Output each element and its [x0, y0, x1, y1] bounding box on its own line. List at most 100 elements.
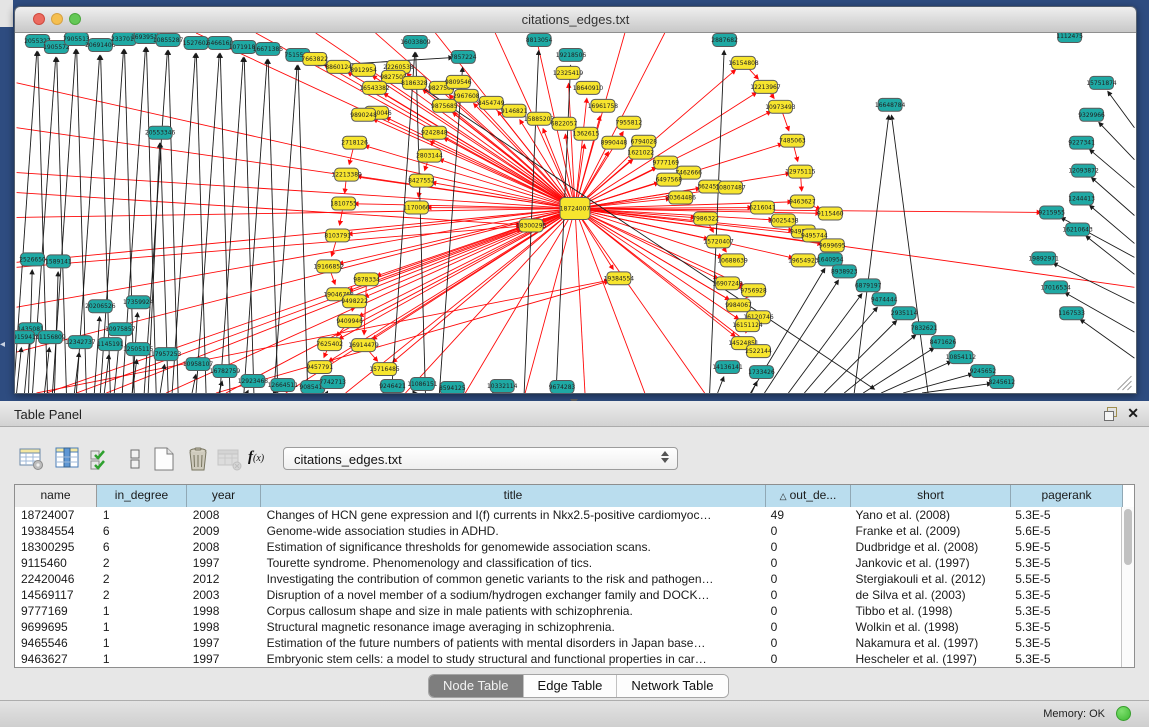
graph-node[interactable]: 2967608 [453, 89, 480, 102]
graph-node[interactable]: 16782759 [210, 365, 241, 378]
graph-node[interactable]: 2526650 [19, 253, 46, 266]
graph-node[interactable]: 10807487 [715, 181, 746, 194]
graph-node[interactable]: 15716485 [369, 363, 400, 376]
graph-node[interactable]: 16151124 [732, 319, 763, 332]
select-rows-icon[interactable] [88, 445, 116, 473]
graph-node[interactable]: 16543382 [359, 81, 390, 94]
window-titlebar[interactable]: citations_edges.txt [15, 7, 1136, 33]
graph-node[interactable]: 1733426 [748, 366, 775, 379]
column-header-name[interactable]: name [15, 485, 97, 507]
graph-node[interactable]: 1527602 [183, 36, 210, 49]
graph-node[interactable]: 9875685 [431, 99, 458, 112]
graph-node[interactable]: 1244413 [1068, 192, 1095, 205]
graph-node[interactable]: 10975857 [105, 323, 136, 336]
column-visibility-icon[interactable] [54, 445, 82, 473]
table-row[interactable]: 2242004622012Investigating the contribut… [15, 571, 1121, 587]
graph-node[interactable]: 10688639 [717, 254, 748, 267]
table-row[interactable]: 969969511998Structural magnetic resonanc… [15, 619, 1121, 635]
graph-node[interactable]: 12923468 [238, 375, 269, 388]
close-panel-icon[interactable]: ✕ [1127, 405, 1139, 422]
graph-node[interactable]: 1810755 [330, 197, 357, 210]
graph-node[interactable]: 8103791 [324, 229, 351, 242]
graph-node[interactable]: 12342737 [65, 336, 96, 349]
graph-node[interactable]: 20206526 [85, 300, 116, 313]
graph-node[interactable]: 9329966 [1078, 108, 1105, 121]
column-header-short[interactable]: short [851, 485, 1011, 507]
graph-node[interactable]: 10332114 [487, 380, 518, 393]
graph-node[interactable]: 8245612 [989, 376, 1016, 389]
delete-column-icon[interactable] [184, 445, 212, 473]
graph-node[interactable]: 12213389 [331, 168, 362, 181]
graph-node[interactable]: 8427552 [408, 174, 435, 187]
panel-collapse-arrow[interactable]: ◂ [0, 340, 5, 350]
graph-node[interactable]: 6822057 [551, 117, 578, 130]
graph-node[interactable]: 9777169 [652, 156, 679, 169]
graph-node[interactable]: 12213967 [750, 80, 781, 93]
graph-node[interactable]: 6879197 [855, 279, 882, 292]
graph-node[interactable]: 9809546 [445, 75, 472, 88]
table-row[interactable]: 1456911722003Disruption of a novel membe… [15, 587, 1121, 603]
tab-node-table[interactable]: Node Table [429, 675, 523, 697]
graph-node[interactable]: 3915941 [15, 331, 36, 344]
graph-node[interactable]: 11156809 [35, 331, 66, 344]
graph-node[interactable]: 9457791 [306, 361, 333, 374]
graph-node[interactable]: 2522144 [745, 345, 772, 358]
function-builder-icon[interactable]: f(x) [248, 449, 276, 477]
graph-node[interactable]: 9242848 [421, 126, 448, 139]
graph-node[interactable]: 16154808 [728, 56, 759, 69]
graph-node[interactable]: 9699695 [819, 239, 846, 252]
graph-node[interactable]: 8186328 [401, 76, 428, 89]
graph-node[interactable]: 16210643 [1062, 223, 1093, 236]
graph-node[interactable]: 8813054 [526, 33, 553, 46]
graph-node[interactable]: 9227341 [1068, 136, 1095, 149]
graph-node[interactable]: 9474444 [871, 293, 898, 306]
graph-node[interactable]: 7485063 [779, 134, 806, 147]
table-row[interactable]: 1830029562008Estimation of significance … [15, 539, 1121, 555]
graph-node[interactable]: 1145191 [97, 338, 124, 351]
graph-node[interactable]: 10855287 [153, 33, 184, 46]
graph-node[interactable]: 1167533 [1058, 307, 1085, 320]
graph-node[interactable]: 9498222 [341, 295, 368, 308]
graph-node[interactable]: 7832621 [911, 322, 938, 335]
graph-node[interactable]: 10854112 [946, 351, 977, 364]
graph-node[interactable]: 16033809 [400, 35, 431, 48]
graph-node[interactable]: 11086151 [407, 378, 438, 391]
graph-node[interactable]: 12664511 [268, 379, 299, 392]
graph-node[interactable]: 12093872 [1068, 164, 1099, 177]
graph-node[interactable]: 20364486 [666, 191, 697, 204]
new-table-icon[interactable] [150, 445, 178, 473]
graph-node[interactable]: 19384554 [604, 272, 635, 285]
graph-node[interactable]: 16961758 [588, 99, 619, 112]
graph-node[interactable]: 2935114 [891, 307, 918, 320]
graph-node[interactable]: 9984067 [725, 299, 752, 312]
graph-node[interactable]: 17957253 [151, 348, 182, 361]
graph-node[interactable]: 9215955 [1038, 206, 1065, 219]
graph-node[interactable]: 12325419 [553, 66, 584, 79]
column-header-year[interactable]: year [187, 485, 261, 507]
graph-node[interactable]: 2887682 [711, 33, 738, 46]
graph-node[interactable]: 8912954 [350, 63, 377, 76]
graph-node[interactable]: 1112475 [1056, 33, 1083, 42]
graph-node[interactable]: 14136141 [712, 361, 743, 374]
table-row[interactable]: 1938455462009Genome-wide association stu… [15, 523, 1121, 539]
graph-node[interactable]: 1170066 [403, 201, 430, 214]
graph-node[interactable]: 2718126 [341, 136, 368, 149]
graph-node[interactable]: 9246421 [379, 380, 406, 393]
column-header-out_de[interactable]: △out_de... [766, 485, 851, 507]
graph-node[interactable]: 9115460 [817, 207, 844, 220]
graph-node[interactable]: 6216041 [749, 201, 776, 214]
graph-node[interactable]: 16907249 [712, 277, 743, 290]
column-header-title[interactable]: title [261, 485, 766, 507]
graph-node[interactable]: 7955812 [616, 116, 643, 129]
graph-node[interactable]: 1589141 [45, 255, 72, 268]
table-row[interactable]: 946554611997Estimation of the future num… [15, 635, 1121, 651]
tab-network-table[interactable]: Network Table [616, 675, 727, 697]
graph-node[interactable]: 19892971 [1029, 252, 1060, 265]
graph-node[interactable]: 8860124 [325, 60, 352, 73]
graph-node[interactable]: 12505115 [123, 343, 154, 356]
graph-node[interactable]: 9674283 [549, 381, 576, 393]
graph-node[interactable]: 8471626 [930, 336, 957, 349]
network-canvas[interactable]: 2055327190557279055132069140623370131693… [15, 33, 1136, 393]
graph-node[interactable]: 19654923 [788, 254, 819, 267]
graph-node[interactable]: 9890248 [350, 108, 377, 121]
